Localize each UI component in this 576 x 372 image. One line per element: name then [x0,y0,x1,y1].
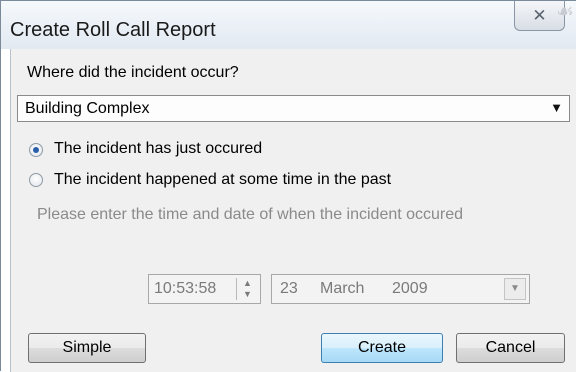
date-dropdown-icon[interactable]: ▼ [504,278,526,300]
time-picker[interactable]: 10:53:58 ▲ ▼ [148,274,261,304]
date-month: March [320,280,365,297]
cancel-button[interactable]: Cancel [456,333,565,363]
datetime-hint-text: Please enter the time and date of when t… [37,206,464,223]
dialog-title: Create Roll Call Report [10,19,216,41]
location-dropdown[interactable]: Building Complex ▼ [17,95,570,122]
radio-incident-past[interactable] [29,173,43,187]
radio-incident-now-label[interactable]: The incident has just occured [54,140,262,158]
spin-up-icon[interactable]: ▲ [237,278,258,289]
simple-button[interactable]: Simple [28,333,146,363]
radio-incident-now[interactable] [29,143,43,157]
create-button[interactable]: Create [321,333,443,363]
title-bar[interactable]: Create Roll Call Report ✕ ☙ [1,1,576,49]
date-year: 2009 [392,280,428,297]
date-day: 23 [280,280,298,297]
time-spinner[interactable]: ▲ ▼ [236,278,258,300]
dropdown-arrow-icon[interactable]: ▼ [550,100,563,115]
location-question-label: Where did the incident occur? [27,64,239,81]
location-dropdown-value: Building Complex [25,100,150,117]
time-value: 10:53:58 [154,280,217,297]
spin-down-icon[interactable]: ▼ [237,289,258,300]
close-icon: ✕ [532,5,547,25]
window-decoration-icon: ☙ [556,1,574,23]
radio-incident-past-label[interactable]: The incident happened at some time in th… [54,171,391,189]
date-picker[interactable]: 23 March 2009 ▼ [271,274,530,304]
create-roll-call-report-dialog: Create Roll Call Report ✕ ☙ Where did th… [0,0,576,372]
